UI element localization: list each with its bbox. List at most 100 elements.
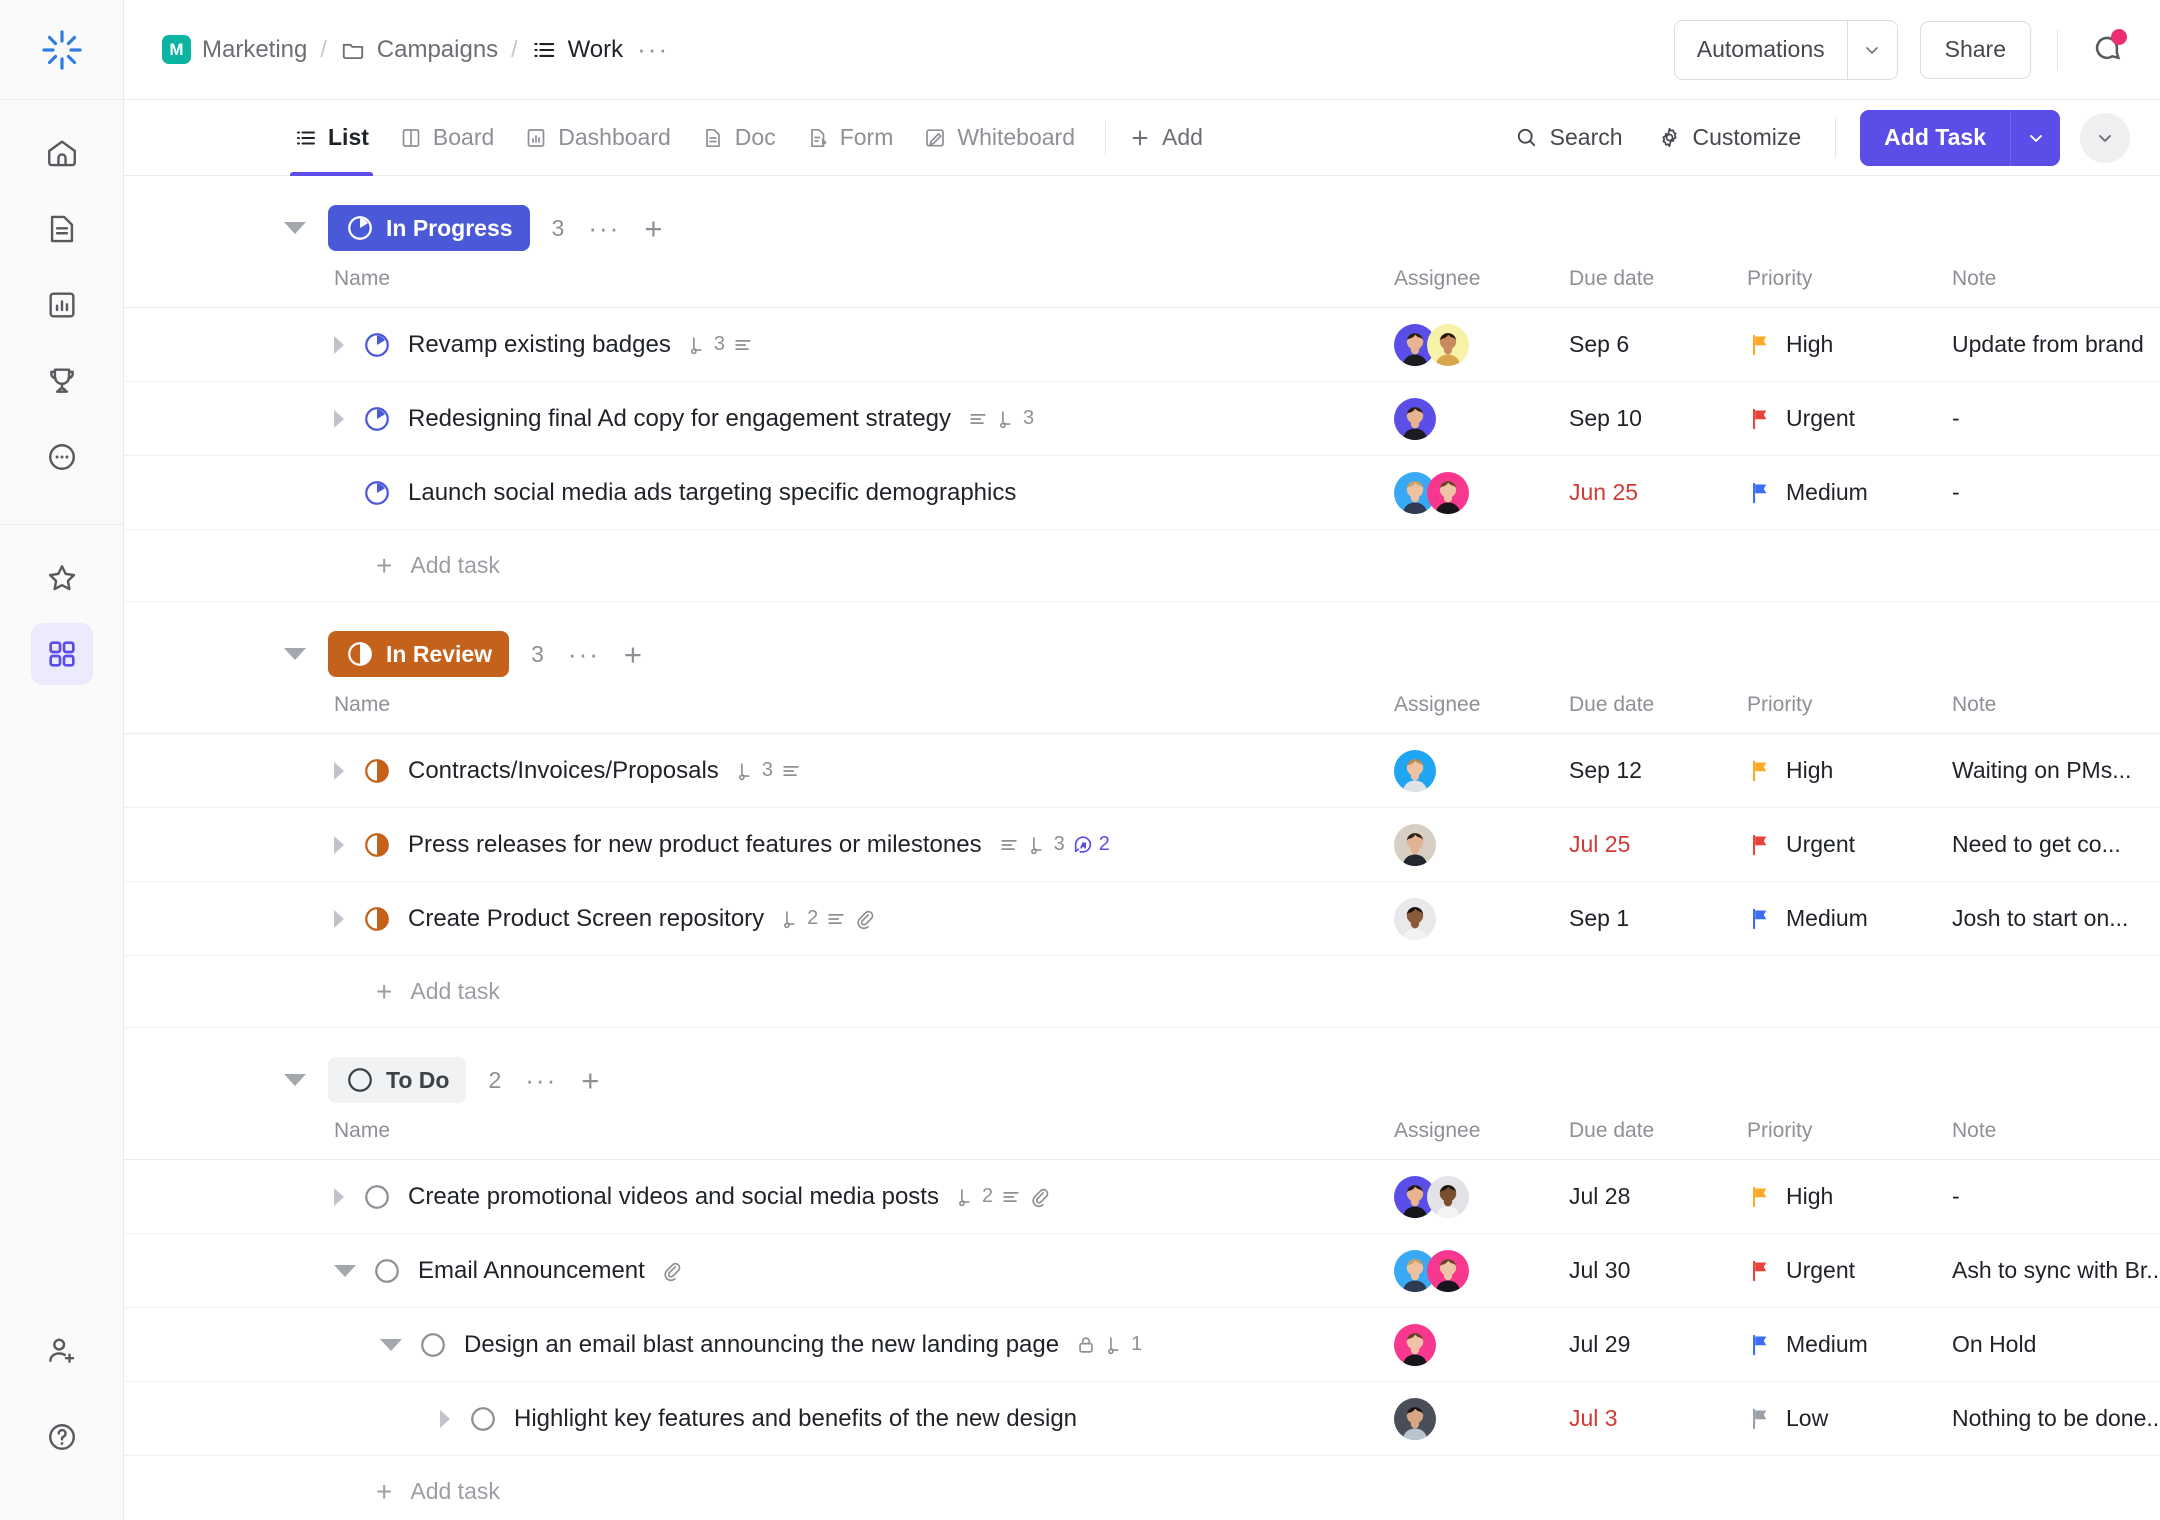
task-priority-cell[interactable]: High <box>1747 1183 1952 1210</box>
task-meta-item[interactable] <box>780 760 802 782</box>
row-expand-caret[interactable] <box>334 835 344 854</box>
avatar[interactable] <box>1394 749 1436 792</box>
column-header-assignee[interactable]: Assignee <box>1394 693 1569 717</box>
breadcrumb-space[interactable]: M Marketing <box>162 35 307 64</box>
row-expand-caret[interactable] <box>334 909 344 928</box>
task-note-cell[interactable]: Update from brand <box>1952 331 2160 358</box>
task-priority-cell[interactable]: Urgent <box>1747 1257 1952 1284</box>
avatar[interactable] <box>1394 1323 1436 1366</box>
task-priority-cell[interactable]: High <box>1747 331 1952 358</box>
column-header-assignee[interactable]: Assignee <box>1394 1119 1569 1143</box>
task-meta-item[interactable] <box>661 1260 683 1282</box>
task-status-button[interactable] <box>418 1330 448 1360</box>
task-title[interactable]: Launch social media ads targeting specif… <box>408 479 1016 507</box>
row-expand-caret[interactable] <box>334 1187 344 1206</box>
group-add-task-button[interactable]: + <box>581 1065 599 1096</box>
task-due-date[interactable]: Jul 30 <box>1569 1257 1747 1284</box>
tab-doc[interactable]: Doc <box>701 100 776 176</box>
task-priority-cell[interactable]: High <box>1747 757 1952 784</box>
tab-dashboard[interactable]: Dashboard <box>524 100 671 176</box>
task-priority-cell[interactable]: Medium <box>1747 1331 1952 1358</box>
sidebar-item-goals[interactable] <box>31 350 93 412</box>
task-meta-item[interactable]: 2 <box>1072 833 1110 856</box>
add-task-caret-button[interactable] <box>2010 109 2060 166</box>
task-meta-item[interactable]: 3 <box>1027 833 1065 856</box>
avatar[interactable] <box>1427 1249 1469 1292</box>
column-header-note[interactable]: Note <box>1952 267 2160 291</box>
breadcrumb-more-button[interactable]: ··· <box>637 34 669 65</box>
task-meta-item[interactable]: 1 <box>1104 1333 1142 1356</box>
task-meta-item[interactable]: 3 <box>735 759 773 782</box>
task-assignee-cell[interactable] <box>1394 1249 1569 1292</box>
row-expand-caret[interactable] <box>440 1409 450 1428</box>
help-button[interactable] <box>31 1406 93 1468</box>
row-collapse-caret[interactable] <box>380 1338 402 1351</box>
task-priority-cell[interactable]: Urgent <box>1747 405 1952 432</box>
column-header-assignee[interactable]: Assignee <box>1394 267 1569 291</box>
task-status-button[interactable] <box>362 904 392 934</box>
task-meta-item[interactable] <box>854 908 876 930</box>
group-status-badge[interactable]: In Progress <box>328 205 530 251</box>
task-status-button[interactable] <box>362 1182 392 1212</box>
column-header-priority[interactable]: Priority <box>1747 1119 1952 1143</box>
task-meta-item[interactable]: 3 <box>687 333 725 356</box>
avatar[interactable] <box>1427 1175 1469 1218</box>
task-note-cell[interactable]: Nothing to be done... <box>1952 1405 2160 1432</box>
tab-list[interactable]: List <box>290 100 373 176</box>
task-title[interactable]: Contracts/Invoices/Proposals <box>408 757 719 785</box>
table-row[interactable]: Contracts/Invoices/Proposals 3 Sep 12 High W… <box>124 734 2160 808</box>
group-collapse-caret[interactable] <box>284 648 306 660</box>
task-meta-item[interactable]: 2 <box>955 1185 993 1208</box>
column-header-priority[interactable]: Priority <box>1747 267 1952 291</box>
task-status-button[interactable] <box>468 1404 498 1434</box>
task-due-date[interactable]: Sep 10 <box>1569 405 1747 432</box>
automations-button[interactable]: Automations <box>1674 20 1847 79</box>
task-assignee-cell[interactable] <box>1394 1175 1569 1218</box>
task-note-cell[interactable]: - <box>1952 405 2160 432</box>
breadcrumb-folder[interactable]: Campaigns <box>340 36 498 64</box>
task-title[interactable]: Highlight key features and benefits of t… <box>514 1405 1077 1433</box>
task-status-button[interactable] <box>372 1256 402 1286</box>
task-priority-cell[interactable]: Low <box>1747 1405 1952 1432</box>
sidebar-item-more[interactable] <box>31 426 93 488</box>
sidebar-item-apps[interactable] <box>30 623 93 685</box>
task-meta-item[interactable] <box>732 334 754 356</box>
task-assignee-cell[interactable] <box>1394 1323 1569 1366</box>
task-title[interactable]: Create promotional videos and social med… <box>408 1183 939 1211</box>
task-assignee-cell[interactable] <box>1394 897 1569 940</box>
column-header-note[interactable]: Note <box>1952 693 2160 717</box>
customize-button[interactable]: Customize <box>1657 124 1801 151</box>
task-meta-item[interactable] <box>967 408 989 430</box>
column-header-name[interactable]: Name <box>334 267 1394 291</box>
group-more-button[interactable]: ··· <box>568 639 600 670</box>
tab-whiteboard[interactable]: Whiteboard <box>923 100 1075 176</box>
notifications-button[interactable] <box>2084 27 2130 73</box>
avatar[interactable] <box>1427 471 1469 514</box>
task-meta-item[interactable] <box>1000 1186 1022 1208</box>
task-note-cell[interactable]: Josh to start on... <box>1952 905 2160 932</box>
task-due-date[interactable]: Sep 6 <box>1569 331 1747 358</box>
task-status-button[interactable] <box>362 756 392 786</box>
column-header-note[interactable]: Note <box>1952 1119 2160 1143</box>
task-due-date[interactable]: Jul 3 <box>1569 1405 1747 1432</box>
table-row[interactable]: Press releases for new product features … <box>124 808 2160 882</box>
task-meta-item[interactable]: 2 <box>780 907 818 930</box>
search-button[interactable]: Search <box>1514 124 1623 151</box>
group-add-task-button[interactable]: + <box>644 213 662 244</box>
group-collapse-caret[interactable] <box>284 222 306 234</box>
task-title[interactable]: Revamp existing badges <box>408 331 671 359</box>
group-status-badge[interactable]: In Review <box>328 631 510 677</box>
row-expand-caret[interactable] <box>334 409 344 428</box>
sidebar-item-docs[interactable] <box>31 198 93 260</box>
task-note-cell[interactable]: - <box>1952 479 2160 506</box>
task-assignee-cell[interactable] <box>1394 749 1569 792</box>
table-row[interactable]: Launch social media ads targeting specif… <box>124 456 2160 530</box>
sidebar-item-favorites[interactable] <box>31 547 93 609</box>
table-row[interactable]: Design an email blast announcing the new… <box>124 1308 2160 1382</box>
task-due-date[interactable]: Jul 28 <box>1569 1183 1747 1210</box>
add-view-button[interactable]: Add <box>1128 100 1203 176</box>
task-priority-cell[interactable]: Medium <box>1747 479 1952 506</box>
task-assignee-cell[interactable] <box>1394 823 1569 866</box>
task-assignee-cell[interactable] <box>1394 397 1569 440</box>
task-title[interactable]: Design an email blast announcing the new… <box>464 1331 1059 1359</box>
